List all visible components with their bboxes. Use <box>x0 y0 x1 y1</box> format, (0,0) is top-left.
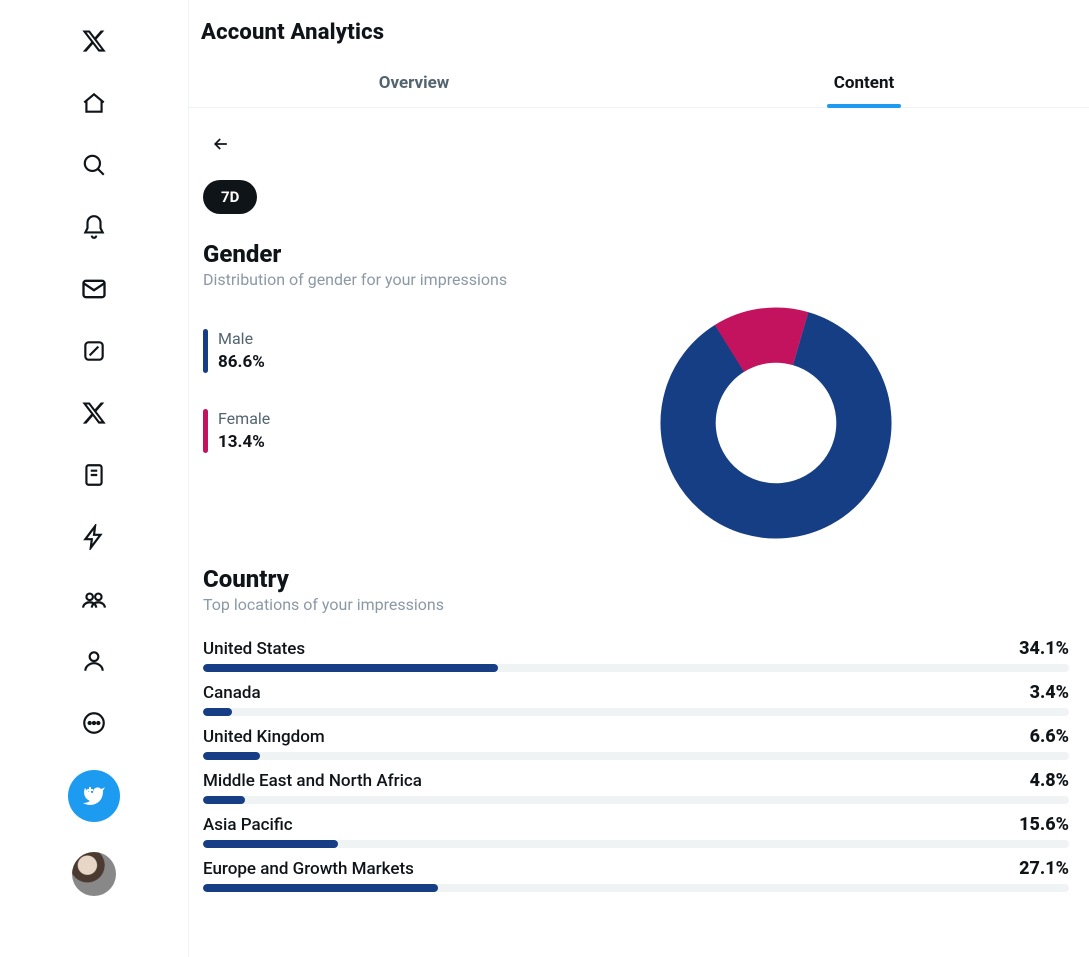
profile-icon[interactable] <box>69 636 119 686</box>
gender-legend: Male 86.6% Female 13.4% <box>203 307 523 489</box>
tabs: Overview Content <box>189 57 1089 108</box>
female-value: 13.4% <box>218 432 270 452</box>
country-bar-track <box>203 664 1069 672</box>
avatar[interactable] <box>72 852 116 896</box>
back-button[interactable] <box>203 126 239 162</box>
country-bar-fill <box>203 664 498 672</box>
sidebar <box>0 0 189 957</box>
country-row: Middle East and North Africa 4.8% <box>203 762 1069 806</box>
country-row: United Kingdom 6.6% <box>203 718 1069 762</box>
country-bar-track <box>203 884 1069 892</box>
female-label: Female <box>218 409 270 428</box>
main-panel: Account Analytics Overview Content 7D Ge… <box>189 0 1089 957</box>
communities-icon[interactable] <box>69 574 119 624</box>
country-bar-track <box>203 796 1069 804</box>
country-name: United Kingdom <box>203 727 325 747</box>
country-value: 6.6% <box>1030 726 1069 747</box>
country-bar-fill <box>203 884 438 892</box>
country-subtitle: Top locations of your impressions <box>203 595 1069 614</box>
country-row: Canada 3.4% <box>203 674 1069 718</box>
more-icon[interactable] <box>69 698 119 748</box>
country-value: 15.6% <box>1019 814 1069 835</box>
legend-female: Female 13.4% <box>203 409 523 453</box>
country-name: Europe and Growth Markets <box>203 859 414 879</box>
country-bar-fill <box>203 840 338 848</box>
content-area: 7D Gender Distribution of gender for you… <box>189 108 1089 957</box>
country-name: Asia Pacific <box>203 815 293 835</box>
female-swatch <box>203 409 208 453</box>
country-value: 4.8% <box>1030 770 1069 791</box>
page-title: Account Analytics <box>189 0 1089 57</box>
x-logo-icon[interactable] <box>69 16 119 66</box>
lists-icon[interactable] <box>69 450 119 500</box>
tab-content[interactable]: Content <box>639 57 1089 107</box>
gender-title: Gender <box>203 240 1069 268</box>
country-title: Country <box>203 565 1069 593</box>
gender-subtitle: Distribution of gender for your impressi… <box>203 270 1069 289</box>
date-range-pill[interactable]: 7D <box>203 180 257 214</box>
country-bar-track <box>203 752 1069 760</box>
home-icon[interactable] <box>69 78 119 128</box>
male-value: 86.6% <box>218 352 265 372</box>
notifications-icon[interactable] <box>69 202 119 252</box>
country-list: United States 34.1% Canada 3.4% United Kingd… <box>203 630 1069 894</box>
country-bar-fill <box>203 708 232 716</box>
grok-icon[interactable] <box>69 326 119 376</box>
gender-section: Gender Distribution of gender for your i… <box>203 240 1069 539</box>
country-value: 3.4% <box>1030 682 1069 703</box>
gender-donut-wrap <box>523 307 1069 539</box>
tab-overview[interactable]: Overview <box>189 57 639 107</box>
country-bar-track <box>203 840 1069 848</box>
country-bar-fill <box>203 796 245 804</box>
country-bar-track <box>203 708 1069 716</box>
male-swatch <box>203 329 208 373</box>
country-row: Europe and Growth Markets 27.1% <box>203 850 1069 894</box>
country-value: 34.1% <box>1019 638 1069 659</box>
messages-icon[interactable] <box>69 264 119 314</box>
country-row: United States 34.1% <box>203 630 1069 674</box>
male-label: Male <box>218 329 265 348</box>
compose-button[interactable] <box>68 770 120 822</box>
gender-donut-chart <box>660 307 892 539</box>
legend-male: Male 86.6% <box>203 329 523 373</box>
country-name: Canada <box>203 683 261 703</box>
bolt-icon[interactable] <box>69 512 119 562</box>
country-name: United States <box>203 639 305 659</box>
premium-icon[interactable] <box>69 388 119 438</box>
country-section: Country Top locations of your impression… <box>203 565 1069 894</box>
country-name: Middle East and North Africa <box>203 771 422 791</box>
search-icon[interactable] <box>69 140 119 190</box>
country-bar-fill <box>203 752 260 760</box>
country-row: Asia Pacific 15.6% <box>203 806 1069 850</box>
country-value: 27.1% <box>1019 858 1069 879</box>
